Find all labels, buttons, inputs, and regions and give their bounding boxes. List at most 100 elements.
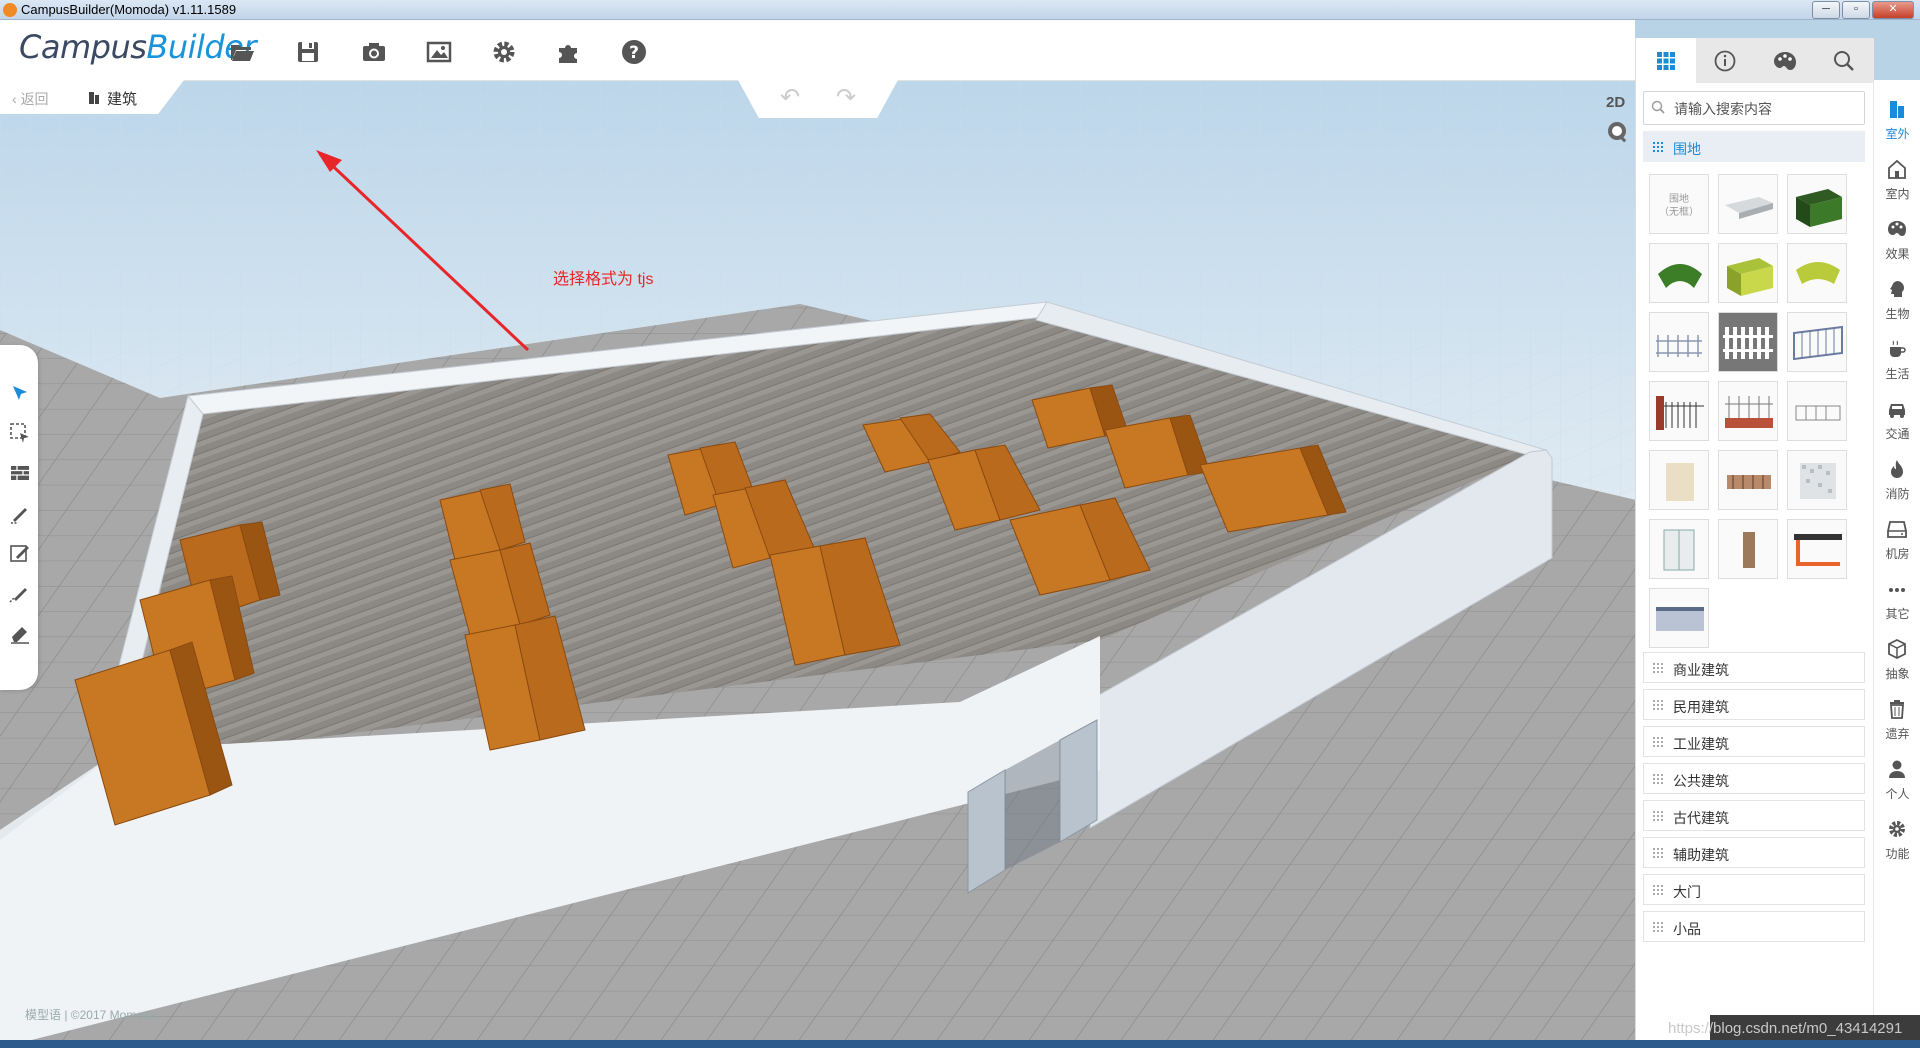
help-icon[interactable]: ? xyxy=(616,34,652,70)
house-icon xyxy=(1888,159,1906,179)
undo-icon[interactable]: ↶ xyxy=(780,86,800,110)
asset-thumb[interactable] xyxy=(1787,450,1847,510)
zoom-fit-icon[interactable] xyxy=(1606,120,1630,144)
redo-icon[interactable]: ↷ xyxy=(836,86,856,110)
category-item[interactable]: 大门 xyxy=(1643,874,1865,905)
more-icon xyxy=(1889,588,1905,592)
sidebar-item-indoor[interactable]: 室内 xyxy=(1874,152,1920,212)
sidebar-item-personal[interactable]: 个人 xyxy=(1874,752,1920,812)
draw-line-icon[interactable] xyxy=(7,500,33,526)
3d-viewport[interactable] xyxy=(0,80,1636,1048)
sidebar-item-label: 效果 xyxy=(1885,247,1910,261)
asset-thumb[interactable] xyxy=(1649,588,1709,648)
sidebar-item-outdoor[interactable]: 室外 xyxy=(1874,92,1920,152)
asset-thumb[interactable] xyxy=(1649,312,1709,372)
view-2d-toggle[interactable]: 2D xyxy=(1606,94,1625,111)
asset-thumb[interactable] xyxy=(1649,450,1709,510)
svg-text:?: ? xyxy=(629,43,639,63)
asset-thumb[interactable] xyxy=(1718,312,1778,372)
open-folder-icon[interactable] xyxy=(224,34,260,70)
category-item[interactable]: 公共建筑 xyxy=(1643,763,1865,794)
draw-area-icon[interactable] xyxy=(7,540,33,566)
back-button[interactable]: ‹ 返回 xyxy=(12,89,49,109)
sidebar-item-label: 遗弃 xyxy=(1885,727,1910,741)
category-item[interactable]: 小品 xyxy=(1643,911,1865,942)
sidebar-item-server-room[interactable]: 机房 xyxy=(1874,512,1920,572)
main-toolbar: CampusBuilder ? xyxy=(0,20,1635,81)
watermark-text: https://blog.csdn.net/m0_43414291 xyxy=(1668,1020,1903,1037)
tab-info[interactable] xyxy=(1696,38,1756,83)
sidebar-item-label: 功能 xyxy=(1885,847,1910,861)
car-icon xyxy=(1889,404,1905,418)
window-titlebar: CampusBuilder(Momoda) v1.11.1589 ─ ▫ ✕ xyxy=(0,0,1920,20)
asset-thumb[interactable] xyxy=(1718,174,1778,234)
category-item[interactable]: 民用建筑 xyxy=(1643,689,1865,720)
sidebar-item-label: 生物 xyxy=(1885,307,1910,321)
sidebar-item-other[interactable]: 其它 xyxy=(1874,572,1920,632)
palette-icon xyxy=(1773,51,1796,70)
search-input-icon xyxy=(1651,100,1665,114)
sidebar-item-abstract[interactable]: 抽象 xyxy=(1874,632,1920,692)
category-item[interactable]: 古代建筑 xyxy=(1643,800,1865,831)
asset-thumb[interactable] xyxy=(1649,381,1709,441)
user-icon xyxy=(1889,760,1905,778)
category-label: 民用建筑 xyxy=(1673,699,1729,715)
gear-icon[interactable] xyxy=(486,34,522,70)
camera-icon[interactable] xyxy=(356,34,392,70)
tab-grid[interactable] xyxy=(1636,38,1696,83)
cube-icon xyxy=(1888,638,1906,660)
eraser-icon[interactable] xyxy=(7,620,33,646)
sidebar-item-label: 室外 xyxy=(1885,127,1910,141)
sidebar-item-fire[interactable]: 消防 xyxy=(1874,452,1920,512)
asset-thumb[interactable] xyxy=(1718,519,1778,579)
category-item[interactable]: 工业建筑 xyxy=(1643,726,1865,757)
draw-path-icon[interactable] xyxy=(7,580,33,606)
asset-thumb[interactable] xyxy=(1649,519,1709,579)
wall-icon[interactable] xyxy=(7,460,33,486)
tab-search[interactable] xyxy=(1815,38,1875,83)
asset-thumb[interactable]: 围地 （无框） xyxy=(1649,174,1709,234)
category-item[interactable]: 辅助建筑 xyxy=(1643,837,1865,868)
puzzle-icon[interactable] xyxy=(551,34,587,70)
select-arrow-icon[interactable] xyxy=(7,380,33,406)
grid-dots-icon xyxy=(1653,737,1663,747)
category-label: 大门 xyxy=(1673,884,1701,900)
asset-thumb[interactable] xyxy=(1649,243,1709,303)
app-icon xyxy=(3,3,17,17)
scene-canvas[interactable] xyxy=(0,80,1636,1048)
breadcrumb: ‹ 返回 建筑 xyxy=(0,80,184,114)
image-icon[interactable] xyxy=(421,34,457,70)
category-sidebar: 室外 室内 效果 生物 生活 交通 消防 机房 其它 抽象 遗弃 个人 功能 xyxy=(1873,80,1920,1048)
sidebar-item-discarded[interactable]: 遗弃 xyxy=(1874,692,1920,752)
box-select-icon[interactable] xyxy=(7,420,33,446)
maximize-button[interactable]: ▫ xyxy=(1842,1,1870,19)
asset-thumb[interactable] xyxy=(1787,312,1847,372)
head-icon xyxy=(1890,281,1904,297)
asset-thumb[interactable] xyxy=(1787,519,1847,579)
asset-thumb[interactable] xyxy=(1787,243,1847,303)
history-controls: ↶ ↷ xyxy=(738,80,898,118)
breadcrumb-current[interactable]: 建筑 xyxy=(107,88,137,109)
asset-thumb[interactable] xyxy=(1787,174,1847,234)
asset-thumb[interactable] xyxy=(1718,381,1778,441)
category-label: 工业建筑 xyxy=(1673,736,1729,752)
close-button[interactable]: ✕ xyxy=(1872,1,1914,19)
tab-palette[interactable] xyxy=(1755,38,1815,83)
left-toolbar xyxy=(0,345,38,690)
search-input[interactable] xyxy=(1672,97,1861,121)
grid-icon xyxy=(1656,51,1675,70)
sidebar-item-effects[interactable]: 效果 xyxy=(1874,212,1920,272)
app-logo: CampusBuilder xyxy=(19,28,257,66)
minimize-button[interactable]: ─ xyxy=(1812,1,1840,19)
asset-thumb[interactable] xyxy=(1718,243,1778,303)
sidebar-item-life[interactable]: 生活 xyxy=(1874,332,1920,392)
asset-thumb[interactable] xyxy=(1718,450,1778,510)
annotation-note: 选择格式为 tjs xyxy=(553,271,654,288)
category-item[interactable]: 商业建筑 xyxy=(1643,652,1865,683)
save-icon[interactable] xyxy=(290,34,326,70)
sidebar-item-traffic[interactable]: 交通 xyxy=(1874,392,1920,452)
sidebar-item-creatures[interactable]: 生物 xyxy=(1874,272,1920,332)
sidebar-item-functions[interactable]: 功能 xyxy=(1874,812,1920,872)
category-open[interactable]: 围地 xyxy=(1643,131,1865,162)
asset-thumb[interactable] xyxy=(1787,381,1847,441)
